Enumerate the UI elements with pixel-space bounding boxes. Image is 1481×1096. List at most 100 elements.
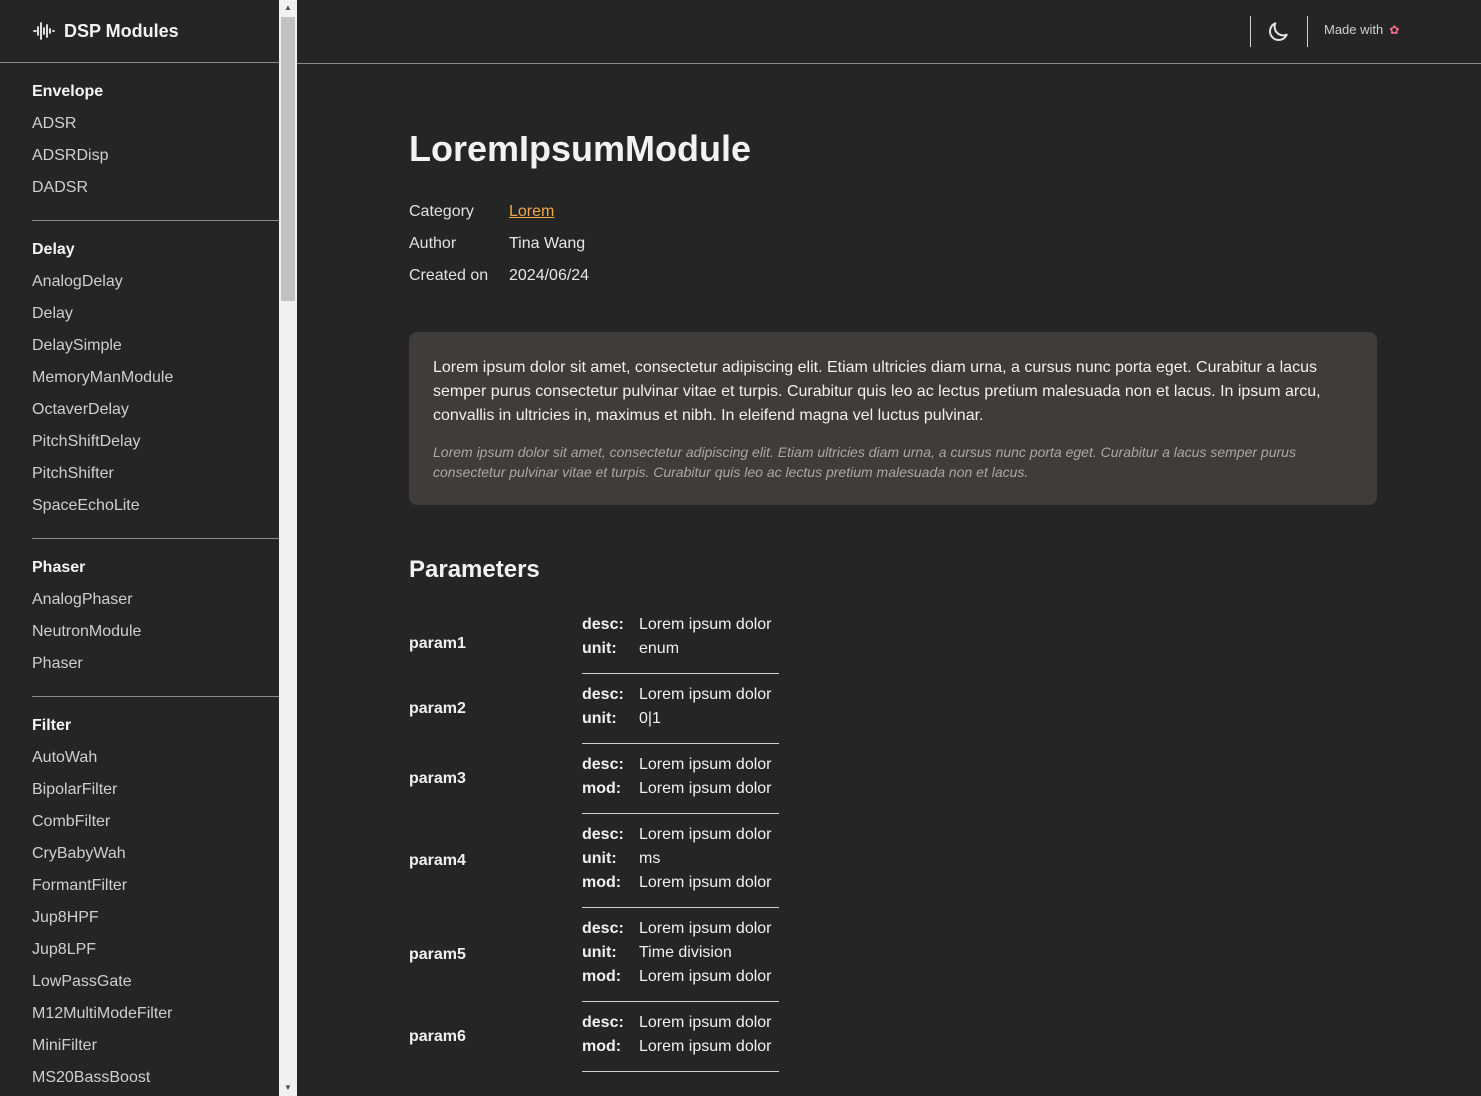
parameter-field: desc: Lorem ipsum dolor [582, 753, 779, 777]
parameter-field-value: ms [639, 850, 661, 867]
sidebar-item-spaceecholite[interactable]: SpaceEchoLite [32, 494, 279, 526]
parameter-field: desc: Lorem ipsum dolor [582, 683, 779, 707]
sidebar-item-pitchshifter[interactable]: PitchShifter [32, 462, 279, 494]
parameter-field: desc: Lorem ipsum dolor [582, 917, 779, 941]
parameter-field-value: Lorem ipsum dolor [639, 756, 772, 773]
parameter-details: desc: Lorem ipsum dolor unit: Time division… [582, 908, 779, 1002]
parameter-field: mod: Lorem ipsum dolor [582, 871, 779, 895]
meta-value: Tina Wang [509, 235, 586, 252]
parameter-field-key: mod: [582, 1038, 622, 1055]
description-box: Lorem ipsum dolor sit amet, consectetur … [409, 332, 1377, 505]
sidebar-item-pitchshiftdelay[interactable]: PitchShiftDelay [32, 430, 279, 462]
parameter-details: desc: Lorem ipsum dolor unit: enum [582, 613, 779, 674]
sidebar-item-phaser[interactable]: Phaser [32, 652, 279, 684]
parameter-name: param3 [409, 770, 466, 787]
sidebar-item-minifilter[interactable]: MiniFilter [32, 1034, 279, 1066]
moon-icon [1269, 22, 1288, 41]
parameter-field-value: Time division [639, 944, 732, 961]
parameter-name: param2 [409, 700, 466, 717]
page-title: LoremIpsumModule [409, 128, 752, 169]
parameter-name: param1 [409, 634, 466, 652]
parameter-field-key: desc: [582, 756, 624, 773]
parameter-name: param5 [409, 946, 466, 963]
sidebar-item-bipolarfilter[interactable]: BipolarFilter [32, 778, 279, 810]
sidebar-item-m12multimodefilter[interactable]: M12MultiModeFilter [32, 1002, 279, 1034]
sidebar-item-memorymanmodule[interactable]: MemoryManModule [32, 366, 279, 398]
sidebar-item-autowah[interactable]: AutoWah [32, 746, 279, 778]
parameter-field-value: enum [639, 640, 680, 657]
parameter-field-key: desc: [582, 1014, 624, 1031]
meta-key: Created on [409, 267, 489, 284]
sidebar-item-adsrdisp[interactable]: ADSRDisp [32, 144, 279, 176]
sidebar-item-ms20bassboost[interactable]: MS20BassBoost [32, 1066, 279, 1096]
parameter-details: desc: Lorem ipsum dolor mod: Lorem ipsum do… [582, 1002, 779, 1072]
description-text: Lorem ipsum dolor sit amet, consectetur … [433, 359, 1321, 424]
parameter-details: desc: Lorem ipsum dolor unit: 0|1 [582, 674, 779, 744]
header-divider [1250, 16, 1251, 47]
parameter-field-value: Lorem ipsum dolor [639, 616, 772, 633]
parameter-row: param6 desc: Lorem ipsum dolor mod: Lorem ip… [409, 1002, 1377, 1072]
sidebar-item-octaverdelay[interactable]: OctaverDelay [32, 398, 279, 430]
parameter-field: unit: 0|1 [582, 707, 779, 731]
nav-group-envelope: Envelope ADSR ADSRDisp DADSR [32, 63, 279, 221]
parameter-field-key: unit: [582, 710, 617, 727]
sidebar-item-analogphaser[interactable]: AnalogPhaser [32, 588, 279, 620]
nav-group-filter: Filter AutoWah BipolarFilter CombFilter CryB… [32, 697, 279, 1096]
description-italic: Lorem ipsum dolor sit amet, consectetur … [433, 444, 1296, 480]
nav-group-title: Phaser [32, 559, 86, 576]
parameter-field-key: unit: [582, 850, 617, 867]
meta-row: Category Lorem [409, 200, 1377, 232]
parameter-field-value: Lorem ipsum dolor [639, 920, 772, 937]
parameters-heading: Parameters [409, 556, 540, 583]
sidebar-item-formantfilter[interactable]: FormantFilter [32, 874, 279, 906]
parameter-field: unit: Time division [582, 941, 779, 965]
meta-key: Author [409, 235, 457, 252]
category-link[interactable]: Lorem [509, 200, 554, 232]
sidebar-item-combfilter[interactable]: CombFilter [32, 810, 279, 842]
main-content: LoremIpsumModule Category Lorem Author Tina… [409, 120, 1377, 1072]
parameter-field-value: Lorem ipsum dolor [639, 686, 772, 703]
parameter-name: param4 [409, 852, 466, 869]
parameter-field-value: Lorem ipsum dolor [639, 1038, 772, 1055]
scrollbar-thumb[interactable] [281, 17, 295, 301]
parameter-field-value: Lorem ipsum dolor [639, 780, 772, 797]
parameter-field: mod: Lorem ipsum dolor [582, 777, 779, 801]
nav-group-title: Envelope [32, 83, 104, 100]
sidebar-item-adsr[interactable]: ADSR [32, 112, 279, 144]
theme-toggle-button[interactable] [1265, 19, 1291, 45]
sidebar-item-dadsr[interactable]: DADSR [32, 176, 279, 208]
sidebar-scrollbar[interactable]: ▲ ▼ [279, 0, 297, 1096]
sidebar-item-neutronmodule[interactable]: NeutronModule [32, 620, 279, 652]
made-with-link[interactable]: Made with ✿ [1324, 22, 1399, 37]
sidebar-item-lowpassgate[interactable]: LowPassGate [32, 970, 279, 1002]
nav-group-delay: Delay AnalogDelay Delay DelaySimple MemoryMa… [32, 221, 279, 539]
parameter-field: desc: Lorem ipsum dolor [582, 823, 779, 847]
parameter-field-key: desc: [582, 920, 624, 937]
parameter-field: unit: ms [582, 847, 779, 871]
parameter-field-key: desc: [582, 826, 624, 843]
parameter-row: param5 desc: Lorem ipsum dolor unit: Time di… [409, 908, 1377, 1002]
module-meta: Category Lorem Author Tina Wang Created on 20… [409, 200, 1377, 296]
sidebar-item-analogdelay[interactable]: AnalogDelay [32, 270, 279, 302]
meta-row: Author Tina Wang [409, 232, 1377, 264]
sidebar: DSP Modules Envelope ADSR ADSRDisp DADSR Del… [0, 0, 279, 1096]
nav-group-title: Filter [32, 717, 72, 734]
parameter-field: desc: Lorem ipsum dolor [582, 1011, 779, 1035]
parameter-details: desc: Lorem ipsum dolor unit: ms mod: Lorem i… [582, 814, 779, 908]
heart-icon: ✿ [1389, 22, 1400, 37]
parameter-row: param1 desc: Lorem ipsum dolor unit: enum [409, 613, 1377, 674]
parameter-field: mod: Lorem ipsum dolor [582, 1035, 779, 1059]
sidebar-item-jup8hpf[interactable]: Jup8HPF [32, 906, 279, 938]
parameter-details: desc: Lorem ipsum dolor mod: Lorem ipsum do… [582, 744, 779, 814]
sidebar-item-delaysimple[interactable]: DelaySimple [32, 334, 279, 366]
scroll-up-icon[interactable]: ▲ [279, 0, 297, 16]
sidebar-item-jup8lpf[interactable]: Jup8LPF [32, 938, 279, 970]
top-bar: Made with ✿ [297, 0, 1481, 64]
brand-header[interactable]: DSP Modules [0, 0, 279, 63]
parameter-field-value: Lorem ipsum dolor [639, 1014, 772, 1031]
sidebar-item-delay[interactable]: Delay [32, 302, 279, 334]
sidebar-item-crybabywah[interactable]: CryBabyWah [32, 842, 279, 874]
scroll-down-icon[interactable]: ▼ [279, 1080, 297, 1096]
parameter-field: mod: Lorem ipsum dolor [582, 965, 779, 989]
sidebar-nav: Envelope ADSR ADSRDisp DADSR Delay AnalogDela… [0, 63, 279, 1096]
